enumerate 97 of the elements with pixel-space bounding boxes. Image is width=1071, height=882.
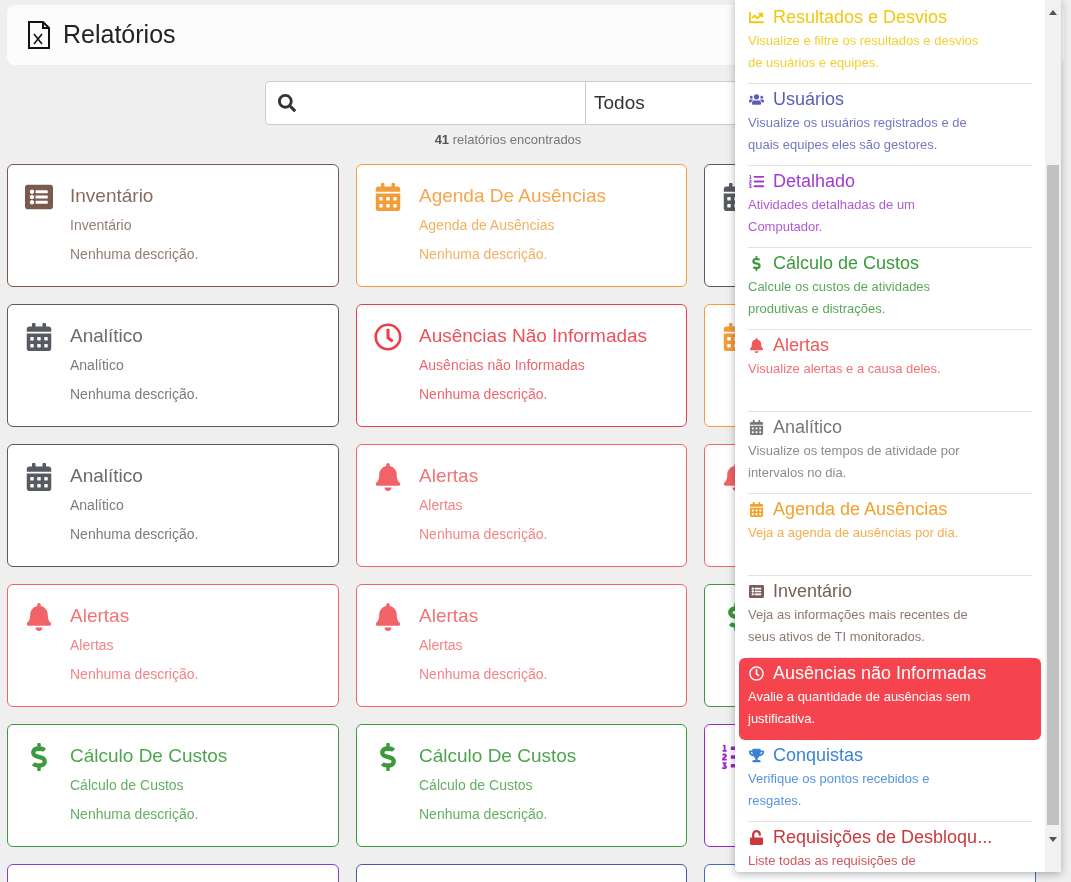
- padlock-icon: [748, 829, 764, 845]
- menu-item-description: Visualize alertas e a causa deles.: [748, 360, 942, 378]
- menu-item-title: Requisições de Desbloqu...: [773, 826, 993, 849]
- menu-item-description: Visualize e filtre os resultados e desvios de usuários e equipes.: [748, 32, 980, 72]
- menu-item[interactable]: Cálculo de Custos Calcule os custos de atividades produtivas e distrações.: [748, 248, 1032, 330]
- menu-item[interactable]: Ausências não Informadas Avalie a quantidade de ausências sem justificativa.: [739, 658, 1041, 740]
- card-title: Analítico: [70, 323, 144, 348]
- card-description: Nenhuma descrição.: [70, 245, 199, 264]
- menu-item-title: Agenda de Ausências: [773, 498, 948, 521]
- report-card[interactable]: Alertas Alertas Nenhuma descrição.: [356, 443, 687, 567]
- card-subtitle: Alertas: [419, 496, 464, 515]
- list-icon: [25, 182, 53, 211]
- menu-item-description: Verifique os pontos recebidos e resgates.: [748, 770, 931, 810]
- menu-item-title: Conquistas: [773, 744, 864, 767]
- card-subtitle: Alertas: [419, 636, 464, 655]
- list-icon: [748, 583, 764, 599]
- calendar-icon: [748, 501, 764, 517]
- card-title: Inventário: [70, 183, 155, 208]
- card-subtitle: Inventário: [70, 216, 133, 235]
- menu-item-description: Liste todas as requisições de: [748, 852, 917, 870]
- menu-item[interactable]: Alertas Visualize alertas e a causa deles.: [748, 330, 1032, 412]
- menu-item-description: Veja as informações mais recentes de seus ativos de TI monitorados.: [748, 606, 969, 646]
- scroll-up-icon[interactable]: [1049, 10, 1057, 15]
- card-subtitle: Alertas: [70, 636, 115, 655]
- report-card[interactable]: Agenda De Ausências Agenda de Ausências Nenhuma descrição.: [356, 163, 687, 287]
- card-description: Nenhuma descrição.: [70, 385, 199, 404]
- report-card[interactable]: Analítico Analítico Nenhuma descrição.: [7, 443, 339, 567]
- card-subtitle: Analítico: [70, 496, 125, 515]
- menu-item[interactable]: Usuários Visualize os usuários registrados e de quais equipes eles são gestores.: [748, 84, 1032, 166]
- card-subtitle: Cálculo de Custos: [419, 776, 534, 795]
- scroll-down-icon[interactable]: [1049, 837, 1057, 842]
- bell-icon: [25, 602, 53, 631]
- card-subtitle: Cálculo de Custos: [70, 776, 185, 795]
- card-description: Nenhuma descrição.: [419, 385, 549, 404]
- menu-item-title: Analítico: [773, 416, 843, 439]
- menu-item-title: Detalhado: [773, 170, 856, 193]
- numbered-list-icon: [748, 173, 764, 189]
- menu-item-description: Visualize os tempos de atividade por intervalos no dia.: [748, 442, 961, 482]
- card-description: Nenhuma descrição.: [70, 805, 200, 824]
- report-card[interactable]: Ausências Não Informadas Ausências não Informadas Nenhuma descrição.: [356, 303, 687, 427]
- card-title: Ausências Não Informadas: [419, 323, 648, 348]
- trophy-icon: [748, 747, 764, 763]
- card-title: Cálculo De Custos: [70, 743, 228, 768]
- users-icon: [748, 91, 764, 107]
- clock-icon: [748, 665, 764, 681]
- card-subtitle: Agenda de Ausências: [419, 216, 556, 235]
- card-description: Nenhuma descrição.: [70, 525, 199, 544]
- clock-icon: [374, 322, 402, 351]
- card-subtitle: Ausências não Informadas: [419, 356, 586, 375]
- filter-select[interactable]: Todos: [586, 82, 653, 124]
- menu-item-title: Alertas: [773, 334, 830, 357]
- menu-item-title: Inventário: [773, 580, 853, 603]
- menu-item-description: Visualize os usuários registrados e de quais equipes eles são gestores.: [748, 114, 968, 154]
- menu-item[interactable]: Requisições de Desbloqu... Liste todas as requisições de: [748, 822, 1032, 872]
- report-card[interactable]: Cálculo De Custos Cálculo de Custos Nenhuma descrição.: [7, 723, 339, 847]
- menu-item-title: Ausências não Informadas: [773, 662, 987, 685]
- card-title: Agenda De Ausências: [419, 183, 606, 208]
- calendar-icon: [25, 322, 53, 351]
- search-icon: [278, 94, 296, 112]
- menu-item[interactable]: Conquistas Verifique os pontos recebidos e resgates.: [748, 740, 1032, 822]
- card-description: Nenhuma descrição.: [419, 665, 548, 684]
- card-title: Alertas: [419, 463, 480, 488]
- card-title: Alertas: [419, 603, 480, 628]
- card-description: Nenhuma descrição.: [419, 525, 548, 544]
- menu-item-title: Resultados e Desvios: [773, 6, 948, 29]
- report-card[interactable]: Alertas Alertas Nenhuma descrição.: [7, 583, 339, 707]
- results-count: 41 relatórios encontrados: [434, 131, 582, 149]
- menu-item[interactable]: Analítico Visualize os tempos de atividade por intervalos no dia.: [748, 412, 1032, 494]
- card-description: Nenhuma descrição.: [419, 805, 549, 824]
- card-title: Alertas: [70, 603, 131, 628]
- menu-item-title: Usuários: [773, 88, 845, 111]
- menu-item-title: Cálculo de Custos: [773, 252, 920, 275]
- menu-item-description: Atividades detalhadas de um Computador.: [748, 196, 916, 236]
- bell-icon: [374, 462, 402, 491]
- card-description: Nenhuma descrição.: [419, 245, 549, 264]
- menu-item-description: Calcule os custos de atividades produtivas e distrações.: [748, 278, 932, 318]
- card-subtitle: Analítico: [70, 356, 125, 375]
- bell-icon: [374, 602, 402, 631]
- report-card[interactable]: Cálculo De Custos Cálculo de Custos Nenhuma descrição.: [356, 723, 687, 847]
- line-chart-icon: [748, 9, 764, 25]
- card-title: Cálculo De Custos: [419, 743, 577, 768]
- scrollbar-thumb[interactable]: [1047, 165, 1059, 825]
- card-title: Analítico: [70, 463, 144, 488]
- card-description: Nenhuma descrição.: [70, 665, 199, 684]
- report-card[interactable]: Alertas Alertas Nenhuma descrição.: [356, 583, 687, 707]
- menu-item[interactable]: Detalhado Atividades detalhadas de um Computador.: [748, 166, 1032, 248]
- menu-item[interactable]: Agenda de Ausências Veja a agenda de ausências por dia.: [748, 494, 1032, 576]
- page-title: Relatórios: [63, 19, 176, 51]
- bell-icon: [748, 337, 764, 353]
- excel-file-icon: [27, 21, 51, 49]
- menu-item-description: Avalie a quantidade de ausências sem justificativa.: [748, 688, 972, 728]
- calendar-icon: [374, 182, 402, 211]
- calendar-icon: [25, 462, 53, 491]
- report-card[interactable]: Analítico Analítico Nenhuma descrição.: [7, 303, 339, 427]
- menu-item-description: Veja a agenda de ausências por dia.: [748, 524, 960, 542]
- report-card[interactable]: Inventário Inventário Nenhuma descrição.: [7, 163, 339, 287]
- calendar-icon: [748, 419, 764, 435]
